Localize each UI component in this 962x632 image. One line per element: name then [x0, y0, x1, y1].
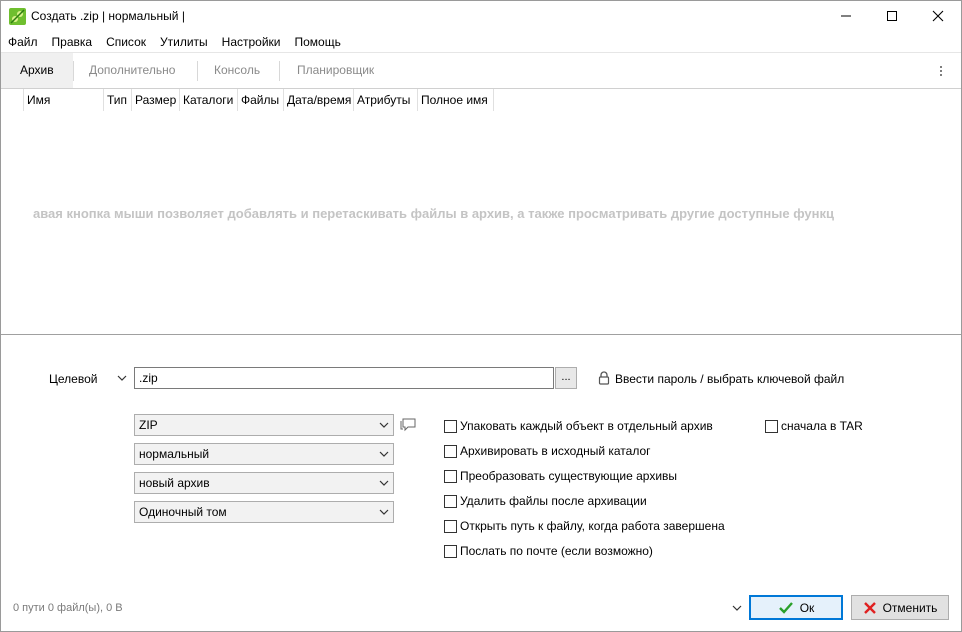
checkbox[interactable] — [444, 469, 457, 483]
minimize-button[interactable] — [823, 1, 869, 31]
menu-edit[interactable]: Правка — [45, 32, 100, 52]
maximize-icon — [887, 11, 897, 21]
ok-button[interactable]: Ок — [749, 595, 843, 620]
menu-list[interactable]: Список — [99, 32, 153, 52]
tab-separator — [279, 61, 280, 81]
option-label: Преобразовать существующие архивы — [460, 469, 678, 483]
menu-file[interactable]: Файл — [1, 32, 45, 52]
format-select-value: ZIP — [139, 418, 158, 432]
close-icon — [932, 10, 944, 22]
target-label: Целевой — [49, 372, 98, 386]
minimize-icon — [841, 15, 851, 17]
password-keyfile-link[interactable]: Ввести пароль / выбрать ключевой файл — [615, 372, 844, 386]
tab-separator — [197, 61, 198, 81]
menu-bar: Файл Правка Список Утилиты Настройки Пом… — [1, 32, 961, 52]
chevron-down-icon[interactable] — [117, 373, 127, 383]
tab-bar: Архив Дополнительно Консоль Планировщик — [1, 52, 961, 89]
checkbox[interactable] — [765, 419, 778, 433]
option-delete-after[interactable]: Удалить файлы после архивации — [444, 493, 647, 509]
chevron-down-icon — [379, 480, 389, 486]
title-bar: Создать .zip | нормальный | — [1, 1, 961, 31]
cancel-button-label: Отменить — [882, 600, 938, 615]
ok-button-label: Ок — [799, 600, 815, 615]
column-header-files[interactable]: Файлы — [238, 89, 284, 111]
column-headers: Имя Тип Размер Каталоги Файлы Дата/время… — [1, 89, 494, 111]
comment-icon[interactable] — [399, 417, 417, 433]
column-header-attributes[interactable]: Атрибуты — [354, 89, 418, 111]
chevron-down-icon — [379, 451, 389, 457]
peazip-icon — [9, 8, 26, 25]
compression-level-select[interactable]: нормальный — [134, 443, 394, 465]
lock-icon[interactable] — [598, 371, 610, 385]
close-button[interactable] — [915, 1, 961, 31]
option-separate-archives[interactable]: Упаковать каждый объект в отдельный архи… — [444, 418, 713, 434]
option-label: Послать по почте (если возможно) — [460, 544, 653, 558]
more-options-icon[interactable] — [931, 62, 951, 80]
compression-level-value: нормальный — [139, 447, 210, 461]
volume-value: Одиночный том — [139, 505, 227, 519]
option-label: Удалить файлы после архивации — [460, 494, 647, 508]
menu-settings[interactable]: Настройки — [215, 32, 288, 52]
volume-select[interactable]: Одиночный том — [134, 501, 394, 523]
column-header-size[interactable]: Размер — [132, 89, 180, 111]
menu-help[interactable]: Помощь — [288, 32, 348, 52]
column-header-fullname[interactable]: Полное имя — [418, 89, 494, 111]
browse-button[interactable]: ... — [555, 367, 577, 389]
maximize-button[interactable] — [869, 1, 915, 31]
option-archive-to-source[interactable]: Архивировать в исходный каталог — [444, 443, 651, 459]
checkmark-icon — [778, 601, 793, 614]
checkbox[interactable] — [444, 444, 457, 458]
tab-advanced[interactable]: Дополнительно — [89, 63, 175, 77]
option-convert-archives[interactable]: Преобразовать существующие архивы — [444, 468, 677, 484]
option-open-path[interactable]: Открыть путь к файлу, когда работа завер… — [444, 518, 725, 534]
x-icon — [863, 601, 876, 614]
archive-mode-select[interactable]: новый архив — [134, 472, 394, 494]
column-header-name[interactable]: Имя — [24, 89, 104, 111]
target-path-input[interactable] — [134, 367, 554, 389]
tab-separator — [73, 61, 74, 81]
archive-mode-value: новый архив — [139, 476, 210, 490]
cancel-button[interactable]: Отменить — [851, 595, 949, 620]
format-select[interactable]: ZIP — [134, 414, 394, 436]
option-send-mail[interactable]: Послать по почте (если возможно) — [444, 543, 653, 559]
file-list[interactable]: Имя Тип Размер Каталоги Файлы Дата/время… — [1, 88, 961, 335]
checkbox[interactable] — [444, 419, 457, 433]
drop-hint-text: авая кнопка мыши позволяет добавлять и п… — [33, 206, 834, 221]
chevron-down-icon — [379, 422, 389, 428]
column-header-spacer — [1, 89, 24, 111]
column-header-folders[interactable]: Каталоги — [180, 89, 238, 111]
create-archive-window: Создать .zip | нормальный | Файл Правка … — [0, 0, 962, 632]
checkbox[interactable] — [444, 544, 457, 558]
checkbox[interactable] — [444, 519, 457, 533]
status-text: 0 пути 0 файл(ы), 0 B — [13, 602, 123, 614]
chevron-down-icon — [379, 509, 389, 515]
option-label: Архивировать в исходный каталог — [460, 444, 651, 458]
tab-archive[interactable]: Архив — [20, 63, 54, 77]
option-label: сначала в TAR — [781, 419, 863, 433]
tab-scheduler[interactable]: Планировщик — [297, 63, 374, 77]
tab-console[interactable]: Консоль — [214, 63, 260, 77]
checkbox[interactable] — [444, 494, 457, 508]
option-tar-first[interactable]: сначала в TAR — [765, 418, 863, 434]
column-header-type[interactable]: Тип — [104, 89, 132, 111]
menu-tools[interactable]: Утилиты — [153, 32, 215, 52]
option-label: Упаковать каждый объект в отдельный архи… — [460, 419, 713, 433]
column-header-datetime[interactable]: Дата/время — [284, 89, 354, 111]
chevron-down-icon[interactable] — [731, 603, 743, 613]
option-label: Открыть путь к файлу, когда работа завер… — [460, 519, 725, 533]
window-title: Создать .zip | нормальный | — [31, 9, 185, 23]
